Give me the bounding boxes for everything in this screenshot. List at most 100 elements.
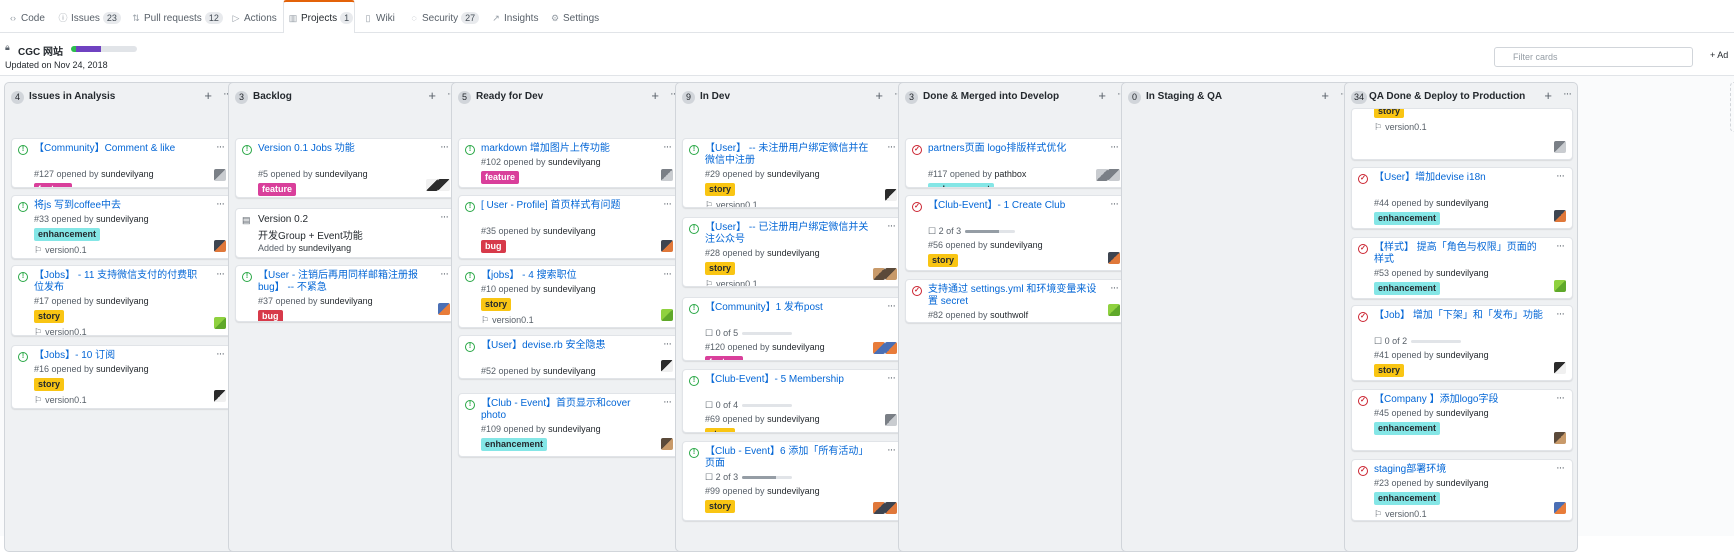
label-story[interactable]: story (705, 428, 736, 432)
card-author[interactable]: southwolf (990, 310, 1028, 320)
issue-card[interactable]: ! 【Community】Comment & like ··· #127 opened… (11, 138, 233, 188)
card-author[interactable]: sundevilyang (990, 240, 1043, 250)
card-title[interactable]: 【User】 -- 未注册用户绑定微信并在微信中注册 (705, 143, 875, 167)
label-feature[interactable]: feature (258, 183, 297, 196)
avatar[interactable] (1108, 169, 1120, 181)
column-menu-button[interactable]: ··· (1563, 88, 1572, 100)
avatar[interactable] (661, 438, 673, 450)
issue-card[interactable]: ! 【Jobs】- 10 订阅 ··· #16 opened by sundevily… (11, 345, 233, 409)
milestone[interactable]: ⚐version0.1 (1374, 509, 1427, 520)
label-enhancement[interactable]: enhancement (481, 438, 548, 451)
label-bug[interactable]: bug (481, 240, 506, 253)
card-menu-button[interactable]: ··· (887, 300, 896, 312)
avatar[interactable] (661, 360, 673, 372)
card-menu-button[interactable]: ··· (216, 268, 225, 280)
card-author[interactable]: sundevilyang (320, 296, 373, 306)
milestone[interactable]: ⚐version0.1 (705, 279, 758, 286)
card-menu-button[interactable]: ··· (440, 211, 449, 223)
label-story[interactable]: story (1374, 109, 1405, 118)
card-menu-button[interactable]: ··· (663, 198, 672, 210)
avatar[interactable] (214, 169, 226, 181)
issue-card[interactable]: ! 【User】 -- 未注册用户绑定微信并在微信中注册 ··· #29 opened… (682, 138, 904, 208)
issue-card[interactable]: ! 将js 写到coffee中去 ··· #33 opened by sundevil… (11, 195, 233, 259)
avatar[interactable] (1096, 169, 1108, 181)
label-story[interactable]: story (928, 254, 959, 267)
avatar[interactable] (214, 240, 226, 252)
issue-card[interactable]: ✓ 支持通过 settings.yml 和环境变量来设置 secret ··· #82… (905, 279, 1127, 323)
card-author[interactable]: sundevilyang (767, 169, 820, 179)
add-card-button[interactable]: + (428, 88, 436, 103)
card-title[interactable]: partners页面 logo排版样式优化 (928, 143, 1098, 155)
card-author[interactable]: sundevilyang (315, 169, 368, 179)
card-title[interactable]: 【User】增加devise i18n (1374, 172, 1544, 184)
tab-pull-requests[interactable]: ⇅ Pull requests 12 (131, 0, 226, 33)
avatar[interactable] (1554, 432, 1566, 444)
card-menu-button[interactable]: ··· (1556, 240, 1565, 252)
issue-card[interactable]: ! 【User - 注销后再用同样邮箱注册报bug】 -- 不紧急 ··· #37 o… (235, 265, 457, 322)
issue-card[interactable]: ! 【Club-Event】- 5 Membership ··· ☐ 0 of 4 #6… (682, 369, 904, 433)
issue-card[interactable]: ! 【User】devise.rb 安全隐患 ··· #52 opened by su… (458, 335, 680, 379)
avatar[interactable] (1554, 280, 1566, 292)
avatar[interactable] (214, 390, 226, 402)
card-author[interactable]: sundevilyang (96, 214, 149, 224)
label-enhancement[interactable]: enhancement (928, 183, 995, 187)
add-card-button[interactable]: + (875, 88, 883, 103)
label-feature[interactable]: feature (705, 356, 744, 360)
avatar[interactable] (438, 303, 450, 315)
card-title[interactable]: 【Club-Event】- 5 Membership (705, 374, 875, 386)
card-menu-button[interactable]: ··· (887, 444, 896, 456)
card-menu-button[interactable]: ··· (1110, 141, 1119, 153)
issue-card[interactable]: ! [ User - Profile] 首页样式有问题 ··· #35 opened … (458, 195, 680, 259)
card-menu-button[interactable]: ··· (887, 141, 896, 153)
label-bug[interactable]: bug (258, 310, 283, 321)
issue-card[interactable]: ! markdown 增加图片上传功能 ··· #102 opened by sund… (458, 138, 680, 188)
milestone[interactable]: ⚐version0.1 (1374, 122, 1427, 133)
card-title[interactable]: 【User】 -- 已注册用户绑定微信并关注公众号 (705, 222, 875, 246)
card-title[interactable]: 【Club-Event】- 1 Create Club (928, 200, 1098, 212)
tab-wiki[interactable]: ▯ Wiki (363, 0, 401, 33)
milestone[interactable]: ⚐version0.1 (481, 257, 534, 258)
card-menu-button[interactable]: ··· (663, 141, 672, 153)
issue-card[interactable]: ! 【Club - Event】6 添加「所有活动」页面 ··· ☐ 2 of 3 #9… (682, 441, 904, 521)
card-menu-button[interactable]: ··· (1556, 170, 1565, 182)
card-menu-button[interactable]: ··· (663, 338, 672, 350)
card-menu-button[interactable]: ··· (1110, 198, 1119, 210)
card-title[interactable]: markdown 增加图片上传功能 (481, 143, 651, 155)
issue-card[interactable]: story ⚐ version0.1 (1351, 108, 1573, 160)
issue-card[interactable]: ! Version 0.1 Jobs 功能 ··· #5 opened by sund… (235, 138, 457, 198)
card-menu-button[interactable]: ··· (216, 141, 225, 153)
tab-projects[interactable]: ▥ Projects 1 (283, 0, 355, 34)
issue-card[interactable]: ✓ 【样式】 提高「角色与权限」页面的样式 ··· #53 opened by sun… (1351, 237, 1573, 299)
card-title[interactable]: staging部署环境 (1374, 464, 1544, 476)
avatar[interactable] (426, 179, 438, 191)
card-menu-button[interactable]: ··· (1556, 392, 1565, 404)
label-enhancement[interactable]: enhancement (1374, 212, 1441, 225)
tab-code[interactable]: ‹› Code (8, 0, 54, 33)
issue-card[interactable]: ! 【User】 -- 已注册用户绑定微信并关注公众号 ··· #28 opened … (682, 217, 904, 287)
avatar[interactable] (873, 502, 885, 514)
avatar[interactable] (873, 342, 885, 354)
label-story[interactable]: story (705, 183, 736, 196)
note-card[interactable]: ▤ Version 0.2 开发Group + Event功能 Added by su… (235, 208, 457, 258)
add-cards-button[interactable]: + Ad (1710, 50, 1728, 60)
card-author[interactable]: sundevilyang (767, 248, 820, 258)
card-menu-button[interactable]: ··· (1556, 462, 1565, 474)
tab-issues[interactable]: ⓘ Issues 23 (58, 0, 126, 33)
card-title[interactable]: [ User - Profile] 首页样式有问题 (481, 200, 651, 212)
issue-card[interactable]: ✓ partners页面 logo排版样式优化 ··· #117 opened by … (905, 138, 1127, 188)
card-title[interactable]: Version 0.1 Jobs 功能 (258, 143, 428, 155)
card-menu-button[interactable]: ··· (1556, 308, 1565, 320)
add-card-button[interactable]: + (1321, 88, 1329, 103)
card-menu-button[interactable]: ··· (440, 268, 449, 280)
card-menu-button[interactable]: ··· (440, 141, 449, 153)
add-card-button[interactable]: + (651, 88, 659, 103)
tab-actions[interactable]: ▷ Actions (231, 0, 283, 33)
issue-card[interactable]: ✓ 【Job】 增加「下架」和「发布」功能 ··· ☐ 0 of 2 #41 opene… (1351, 305, 1573, 381)
card-title[interactable]: 【Club - Event】6 添加「所有活动」页面 (705, 446, 875, 470)
avatar[interactable] (1554, 362, 1566, 374)
card-menu-button[interactable]: ··· (663, 268, 672, 280)
filter-cards-input[interactable]: Filter cards (1494, 47, 1693, 67)
card-title[interactable]: 【Community】1 发布post (705, 302, 875, 314)
issue-card[interactable]: ✓ 【Company 】添加logo字段 ··· #45 opened by sund… (1351, 389, 1573, 451)
card-title[interactable]: 将js 写到coffee中去 (34, 200, 204, 212)
